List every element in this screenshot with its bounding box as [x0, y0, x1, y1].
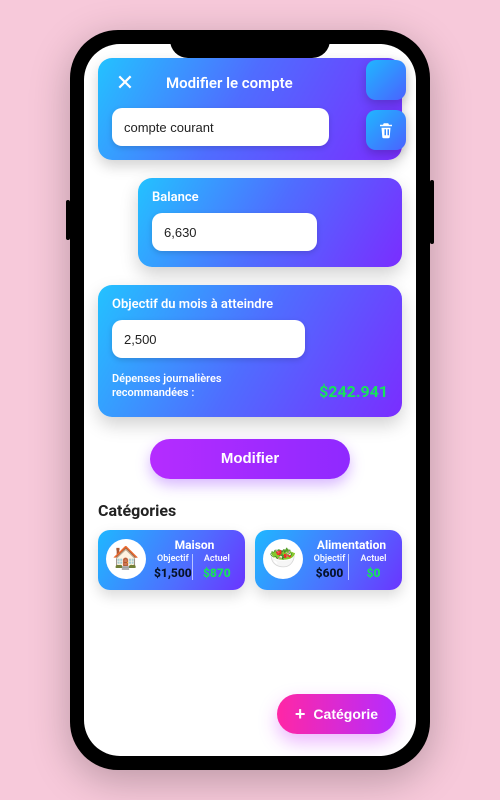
add-category-label: Catégorie	[313, 706, 378, 722]
house-icon: 🏠	[106, 539, 146, 579]
actual-col-label: Actuel	[361, 554, 387, 564]
balance-label: Balance	[152, 190, 388, 205]
color-swatch-button[interactable]	[366, 60, 406, 100]
recommended-amount: $242.941	[319, 382, 388, 401]
screen: ✕ Modifier le compte Balance Objectif du…	[84, 44, 416, 756]
objective-label: Objectif du mois à atteindre	[112, 297, 388, 312]
delete-button[interactable]	[366, 110, 406, 150]
phone-frame: ✕ Modifier le compte Balance Objectif du…	[70, 30, 430, 770]
categories-row: 🏠 Maison Objectif $1,500 Actuel $870	[98, 530, 402, 590]
trash-icon	[377, 121, 395, 139]
close-icon[interactable]: ✕	[112, 70, 138, 96]
account-name-input[interactable]	[112, 108, 329, 146]
actual-value: $870	[199, 566, 235, 580]
plus-icon: +	[295, 705, 306, 723]
category-title: Maison	[154, 538, 235, 552]
recommended-label: Dépenses journalières recommandées :	[112, 372, 262, 401]
objective-input[interactable]	[112, 320, 305, 358]
category-card-alimentation[interactable]: 🥗 Alimentation Objectif $600 Actuel $0	[255, 530, 402, 590]
balance-card: Balance	[138, 178, 402, 267]
objective-col-label: Objectif	[157, 554, 189, 564]
content: ✕ Modifier le compte Balance Objectif du…	[84, 44, 416, 756]
modify-button[interactable]: Modifier	[150, 439, 350, 479]
objective-card: Objectif du mois à atteindre Dépenses jo…	[98, 285, 402, 417]
header-action-stack	[366, 60, 406, 150]
objective-col-label: Objectif	[314, 554, 346, 564]
food-icon: 🥗	[263, 539, 303, 579]
objective-value: $600	[311, 566, 348, 580]
edit-account-header: ✕ Modifier le compte	[98, 58, 402, 160]
category-card-maison[interactable]: 🏠 Maison Objectif $1,500 Actuel $870	[98, 530, 245, 590]
category-title: Alimentation	[311, 538, 392, 552]
device-notch	[170, 30, 330, 58]
actual-value: $0	[355, 566, 392, 580]
page-title: Modifier le compte	[166, 74, 293, 92]
balance-input[interactable]	[152, 213, 317, 251]
actual-col-label: Actuel	[204, 554, 230, 564]
categories-heading: Catégories	[98, 501, 402, 520]
objective-value: $1,500	[154, 566, 192, 580]
add-category-button[interactable]: + Catégorie	[277, 694, 396, 734]
